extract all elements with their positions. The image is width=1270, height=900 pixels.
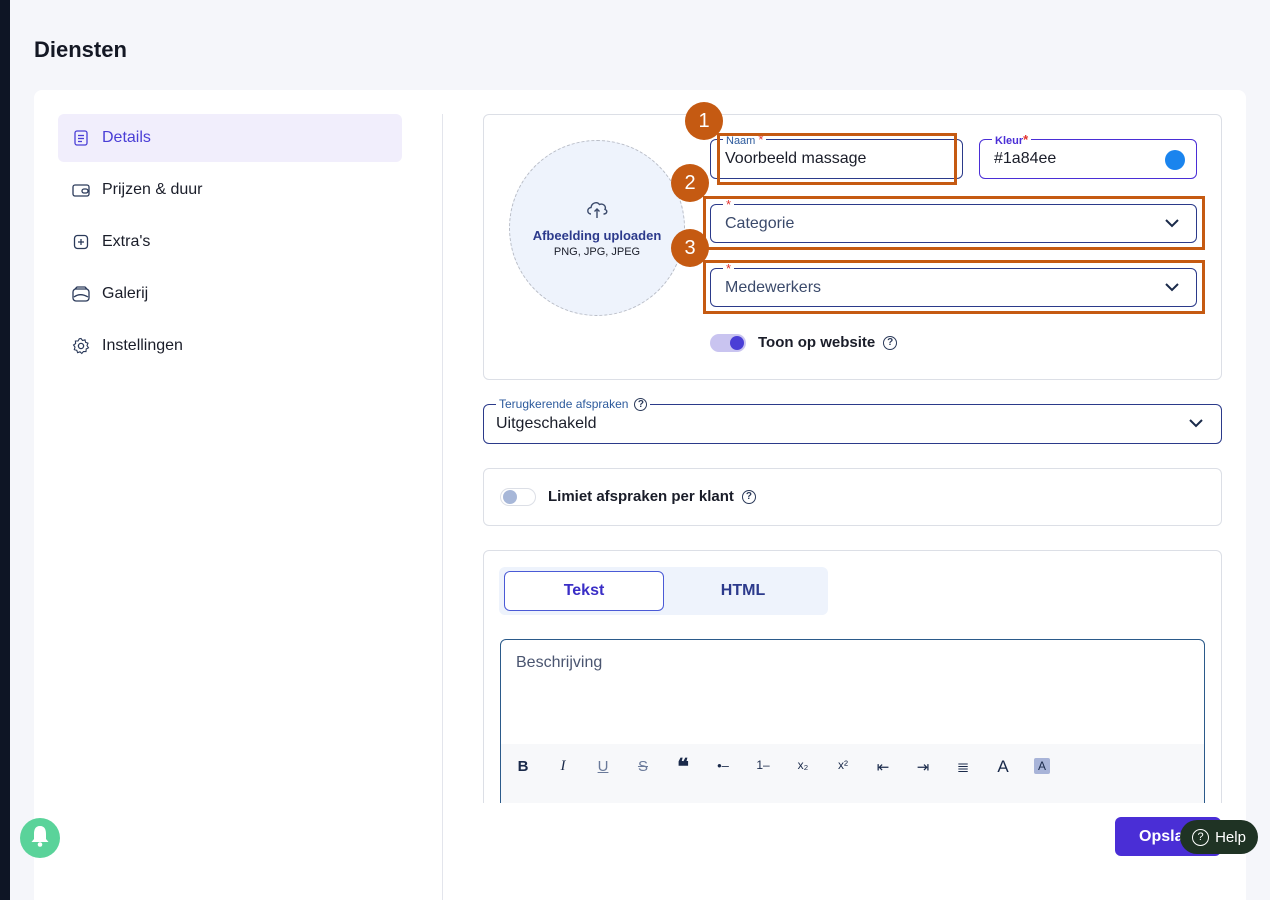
upload-formats: PNG, JPG, JPEG <box>553 245 641 258</box>
annotation-badge-2: 2 <box>671 164 709 202</box>
sidebar-item-prices[interactable]: Prijzen & duur <box>58 166 402 214</box>
font-color-button[interactable]: A <box>991 757 1015 777</box>
gallery-icon <box>72 285 90 303</box>
document-icon <box>72 129 90 147</box>
sidebar-divider <box>442 114 443 900</box>
color-input[interactable]: #1a84ee <box>994 150 1056 168</box>
sidebar-item-label: Extra's <box>102 233 151 250</box>
quote-button[interactable]: ❝ <box>671 754 695 780</box>
sidebar-item-label: Prijzen & duur <box>102 181 203 198</box>
color-swatch[interactable] <box>1165 150 1185 170</box>
page-title: Diensten <box>34 37 127 62</box>
editor-toolbar: B I U S ❝ •– 1– x₂ x² ⇤ ⇥ ≣ A A <box>501 744 1204 808</box>
annotation-badge-1: 1 <box>685 102 723 140</box>
highlight-box-employees <box>703 260 1205 314</box>
help-button[interactable]: ? Help <box>1180 820 1258 854</box>
show-on-website-toggle[interactable] <box>710 334 746 352</box>
editor-tabs: Tekst HTML <box>499 567 828 615</box>
limit-per-client-row: Limiet afspraken per klant ? <box>548 488 756 505</box>
numbered-list-button[interactable]: 1– <box>751 758 775 772</box>
bullet-list-button[interactable]: •– <box>711 758 735 773</box>
sidebar-item-gallery[interactable]: Galerij <box>58 270 402 318</box>
color-label: Kleur <box>995 135 1024 147</box>
editor-clip <box>483 803 1223 813</box>
question-icon: ? <box>1192 828 1210 846</box>
sidebar-item-settings[interactable]: Instellingen <box>58 322 402 370</box>
recurring-value: Uitgeschakeld <box>496 415 597 432</box>
limit-per-client-label: Limiet afspraken per klant <box>548 488 734 505</box>
question-icon[interactable]: ? <box>741 489 756 504</box>
left-edge-strip <box>0 0 10 900</box>
tab-tekst[interactable]: Tekst <box>504 571 664 611</box>
sidebar-item-label: Instellingen <box>102 337 183 354</box>
highlight-color-button[interactable]: A <box>1034 758 1050 774</box>
superscript-button[interactable]: x² <box>831 758 855 772</box>
upload-title: Afbeelding uploaden <box>532 227 662 243</box>
cloud-upload-icon <box>585 199 609 224</box>
toggle-knob <box>730 336 744 350</box>
chevron-down-icon <box>1188 415 1204 433</box>
toggle-knob <box>503 490 517 504</box>
wallet-icon <box>72 181 90 199</box>
sidebar-item-details[interactable]: Details <box>58 114 402 162</box>
plus-square-icon <box>72 233 90 251</box>
sidebar-item-extras[interactable]: Extra's <box>58 218 402 266</box>
tab-html[interactable]: HTML <box>663 571 823 611</box>
annotation-badge-3: 3 <box>671 229 709 267</box>
underline-button[interactable]: U <box>591 758 615 775</box>
strikethrough-button[interactable]: S <box>631 758 655 775</box>
image-upload[interactable]: Afbeelding uploaden PNG, JPG, JPEG <box>509 140 685 316</box>
italic-button[interactable]: I <box>551 758 575 775</box>
color-field[interactable]: Kleur* #1a84ee <box>979 132 1197 179</box>
sidebar-item-label: Details <box>102 129 151 146</box>
bell-icon <box>29 824 51 853</box>
description-editor[interactable]: Beschrijving B I U S ❝ •– 1– x₂ x² ⇤ ⇥ ≣… <box>500 639 1205 809</box>
sidebar-item-label: Galerij <box>102 285 149 302</box>
indent-button[interactable]: ⇥ <box>911 758 935 776</box>
recurring-label: Terugkerende afspraken <box>499 397 629 411</box>
gear-icon <box>72 337 90 355</box>
show-on-website-label: Toon op website <box>758 334 876 351</box>
show-on-website-row: Toon op website ? <box>758 334 898 351</box>
limit-per-client-toggle[interactable] <box>500 488 536 506</box>
subscript-button[interactable]: x₂ <box>791 758 815 772</box>
sidebar: Details Prijzen & duur Extra's Galerij I… <box>58 114 402 374</box>
notification-bell-button[interactable] <box>20 818 60 858</box>
highlight-box-category <box>703 196 1205 250</box>
required-mark: * <box>1023 132 1029 147</box>
help-label: Help <box>1215 828 1246 846</box>
bold-button[interactable]: B <box>511 758 535 775</box>
highlight-box-name <box>717 133 957 185</box>
description-placeholder: Beschrijving <box>516 654 603 671</box>
align-button[interactable]: ≣ <box>951 758 975 776</box>
question-icon[interactable]: ? <box>634 397 648 411</box>
recurring-select[interactable]: Terugkerende afspraken? Uitgeschakeld <box>483 397 1222 444</box>
question-icon[interactable]: ? <box>883 335 898 350</box>
outdent-button[interactable]: ⇤ <box>871 758 895 776</box>
